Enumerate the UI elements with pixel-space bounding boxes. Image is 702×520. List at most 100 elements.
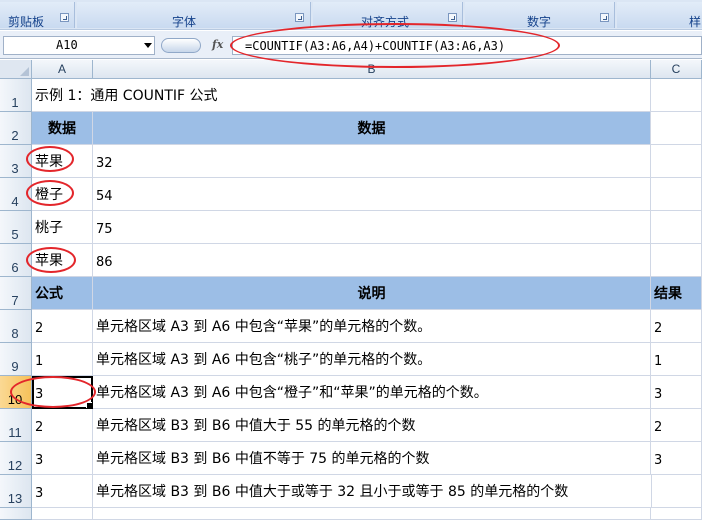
- cell-a11[interactable]: 2: [32, 409, 93, 442]
- row-header[interactable]: [0, 508, 32, 520]
- cell-b12[interactable]: 单元格区域 B3 到 B6 中值不等于 75 的单元格的个数: [93, 442, 651, 475]
- row-header[interactable]: 7: [0, 277, 32, 310]
- ribbon-group-label: 字体: [172, 15, 197, 29]
- ribbon-group-label: 样: [689, 15, 702, 29]
- ribbon-group-number[interactable]: 数字: [465, 2, 615, 29]
- ribbon-group-styles[interactable]: 样: [617, 2, 702, 29]
- cell-value: 单元格区域 A3 到 A6 中包含“桃子”的单元格的个数。: [96, 352, 432, 368]
- cell-b2[interactable]: 数据: [93, 112, 651, 145]
- cell-b5[interactable]: 75: [93, 211, 651, 244]
- row-header[interactable]: 11: [0, 409, 32, 442]
- cell-c7[interactable]: 结果: [651, 277, 702, 310]
- cell-c11[interactable]: 2: [651, 409, 702, 442]
- cell-b3[interactable]: 32: [93, 145, 651, 178]
- cell-b14[interactable]: [93, 508, 651, 520]
- ribbon-group-font[interactable]: 字体: [77, 2, 311, 29]
- row-header[interactable]: 8: [0, 310, 32, 343]
- cell-b10[interactable]: 单元格区域 A3 到 A6 中包含“橙子”和“苹果”的单元格的个数。: [93, 376, 651, 409]
- cell-value: 2: [654, 321, 663, 336]
- sheet-title: 示例 1：通用 COUNTIF 公式: [35, 88, 218, 104]
- row-number: 13: [7, 491, 23, 506]
- cell-value: 单元格区域 A3 到 A6 中包含“橙子”和“苹果”的单元格的个数。: [96, 385, 488, 401]
- cell-a7[interactable]: 公式: [32, 277, 93, 310]
- cell-b11[interactable]: 单元格区域 B3 到 B6 中值大于 55 的单元格的个数: [93, 409, 651, 442]
- cell-value: 桃子: [35, 220, 63, 236]
- row-number: 4: [11, 194, 19, 209]
- cell-c10[interactable]: 3: [651, 376, 702, 409]
- row-number: 9: [11, 359, 19, 374]
- cell-a9[interactable]: 1: [32, 343, 93, 376]
- cell-value: 单元格区域 B3 到 B6 中值大于或等于 32 且小于或等于 85 的单元格的…: [96, 484, 569, 500]
- cell-value: 2: [35, 321, 44, 336]
- cell-b8[interactable]: 单元格区域 A3 到 A6 中包含“苹果”的单元格的个数。: [93, 310, 651, 343]
- row-number: 11: [8, 425, 22, 440]
- cell-b6[interactable]: 86: [93, 244, 651, 277]
- cell-b4[interactable]: 54: [93, 178, 651, 211]
- cell-c9[interactable]: 1: [651, 343, 702, 376]
- cell-c1[interactable]: [651, 79, 702, 112]
- cell-c4[interactable]: [651, 178, 702, 211]
- cell-a8[interactable]: 2: [32, 310, 93, 343]
- formula-bar-resize-handle[interactable]: [161, 38, 201, 53]
- column-title: 说明: [357, 286, 386, 302]
- cell-value: 86: [96, 255, 113, 270]
- cell-value: 1: [35, 354, 44, 369]
- name-box[interactable]: A10: [3, 36, 155, 55]
- cell-value: 2: [35, 420, 44, 435]
- cell-a13[interactable]: 3: [32, 475, 93, 508]
- cell-value: 2: [654, 420, 663, 435]
- cell-c2[interactable]: [651, 112, 702, 145]
- cell-c8[interactable]: 2: [651, 310, 702, 343]
- row-header[interactable]: 13: [0, 475, 32, 508]
- column-header-a[interactable]: A: [32, 60, 93, 79]
- select-all-corner[interactable]: [0, 60, 32, 79]
- a4-highlight-ellipse: [26, 180, 74, 206]
- row-number: 3: [11, 161, 19, 176]
- row-header[interactable]: 9: [0, 343, 32, 376]
- cell-b13[interactable]: 单元格区域 B3 到 B6 中值大于或等于 32 且小于或等于 85 的单元格的…: [93, 475, 651, 508]
- dialog-launcher-icon[interactable]: [600, 13, 609, 22]
- row-header[interactable]: 12: [0, 442, 32, 475]
- cell-b9[interactable]: 单元格区域 A3 到 A6 中包含“桃子”的单元格的个数。: [93, 343, 651, 376]
- cell-a5[interactable]: 桃子: [32, 211, 93, 244]
- cell-a14[interactable]: [32, 508, 93, 520]
- a3-highlight-ellipse: [26, 146, 74, 172]
- row-number: 2: [11, 128, 19, 143]
- row-header[interactable]: 5: [0, 211, 32, 244]
- column-title: 结果: [654, 286, 682, 302]
- dialog-launcher-icon[interactable]: [295, 13, 304, 22]
- cell-c13[interactable]: [651, 475, 702, 508]
- row-number: 12: [7, 458, 23, 473]
- cell-c5[interactable]: [651, 211, 702, 244]
- row-header[interactable]: 1: [0, 79, 32, 112]
- column-title: 数据: [48, 121, 76, 137]
- insert-function-icon[interactable]: fx: [212, 38, 223, 51]
- cell-value: 3: [654, 387, 663, 402]
- dialog-launcher-icon[interactable]: [448, 13, 457, 22]
- cell-b7[interactable]: 说明: [93, 277, 651, 310]
- cell-c12[interactable]: 3: [651, 442, 702, 475]
- cell-c14[interactable]: [651, 508, 702, 520]
- cell-a2[interactable]: 数据: [32, 112, 93, 145]
- cell-a12[interactable]: 3: [32, 442, 93, 475]
- cell-c3[interactable]: [651, 145, 702, 178]
- ribbon-group-clipboard[interactable]: 剪贴板: [0, 2, 75, 29]
- column-title: 公式: [35, 286, 63, 302]
- column-header-c[interactable]: C: [651, 60, 702, 79]
- cell-value: 3: [35, 486, 44, 501]
- row-header[interactable]: 2: [0, 112, 32, 145]
- ribbon-group-label: 剪贴板: [8, 15, 45, 29]
- chevron-down-icon[interactable]: [144, 43, 152, 48]
- cell-a1[interactable]: 示例 1：通用 COUNTIF 公式: [32, 79, 651, 112]
- cell-value: 3: [654, 453, 663, 468]
- row-number: 1: [11, 95, 19, 110]
- cell-value: 1: [654, 354, 663, 369]
- cell-value: 单元格区域 A3 到 A6 中包含“苹果”的单元格的个数。: [96, 319, 432, 335]
- cell-value: 75: [96, 222, 113, 237]
- cell-c6[interactable]: [651, 244, 702, 277]
- row-number: 8: [11, 326, 19, 341]
- a6-highlight-ellipse: [26, 247, 76, 273]
- cell-value: 单元格区域 B3 到 B6 中值大于 55 的单元格的个数: [96, 418, 416, 434]
- column-title: 数据: [357, 121, 386, 137]
- dialog-launcher-icon[interactable]: [60, 13, 69, 22]
